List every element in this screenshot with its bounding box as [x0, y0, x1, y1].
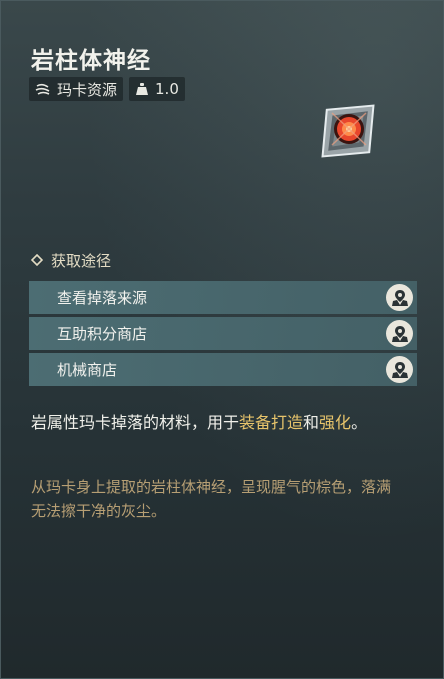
item-meta: 玛卡资源 1.0	[29, 77, 185, 101]
source-label: 互助积分商店	[57, 325, 148, 343]
acquisition-heading: 获取途径	[30, 250, 112, 271]
map-pin-icon[interactable]	[386, 356, 413, 383]
acquisition-heading-label: 获取途径	[51, 252, 112, 270]
source-item-machine-shop[interactable]: 机械商店	[29, 353, 417, 386]
flavor-text: 从玛卡身上提取的岩柱体神经，呈现腥气的棕色，落满无法擦干净的灰尘。	[31, 478, 392, 520]
weight-chip: 1.0	[129, 77, 185, 101]
source-item-drop-sources[interactable]: 查看掉落来源	[29, 281, 417, 314]
item-description: 岩属性玛卡掉落的材料，用于装备打造和强化。	[31, 411, 403, 435]
source-label: 查看掉落来源	[57, 289, 148, 307]
category-chip: 玛卡资源	[29, 77, 124, 101]
description-text: 。	[351, 413, 368, 432]
item-title: 岩柱体神经	[31, 48, 151, 74]
description-text: 和	[303, 413, 320, 432]
map-pin-icon[interactable]	[386, 284, 413, 311]
description-text: 岩属性玛卡掉落的材料，用于	[31, 413, 240, 432]
weight-value: 1.0	[155, 80, 179, 98]
source-list: 查看掉落来源 互助积分商店 机械商店	[29, 281, 417, 389]
map-pin-icon[interactable]	[386, 320, 413, 347]
item-image	[306, 89, 391, 174]
item-detail-panel: 岩柱体神经 玛卡资源 1.0 获取途径 查看掉落来源 互助积分商店 机械商店 岩…	[0, 0, 444, 679]
source-label: 机械商店	[57, 361, 118, 379]
weight-icon	[135, 82, 149, 96]
description-highlight: 强化	[319, 413, 352, 432]
source-item-mutual-aid-shop[interactable]: 互助积分商店	[29, 317, 417, 350]
diamond-bullet-icon	[30, 252, 44, 270]
claw-icon	[35, 82, 51, 96]
category-label: 玛卡资源	[57, 80, 118, 99]
description-highlight: 装备打造	[239, 413, 304, 432]
